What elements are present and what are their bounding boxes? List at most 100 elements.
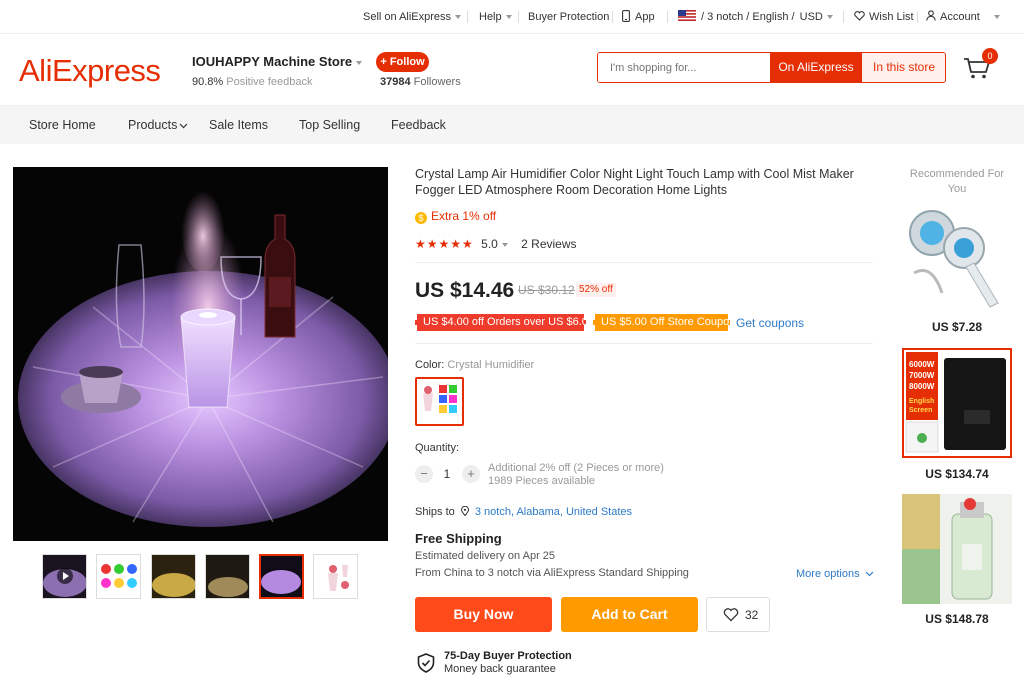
chevron-down-icon xyxy=(865,571,874,577)
heater-badge-line-3: 8000W xyxy=(909,382,935,391)
thumbnail-image xyxy=(314,555,357,598)
recommended-item-2-price[interactable]: US $134.74 xyxy=(902,467,1012,481)
get-coupons-link[interactable]: Get coupons xyxy=(736,316,804,330)
help-link[interactable]: Help xyxy=(479,0,512,34)
thumbnail-video[interactable] xyxy=(42,554,87,599)
product-title: Crystal Lamp Air Humidifier Color Night … xyxy=(415,167,854,197)
recommended-item-1-price[interactable]: US $7.28 xyxy=(902,320,1012,334)
chevron-down-icon xyxy=(356,60,363,65)
ships-to: Ships to 3 notch, Alabama, United States xyxy=(415,505,632,519)
heater-badge-line-2: 7000W xyxy=(909,371,935,380)
rating-row: ★★★★★ 5.0 2 Reviews xyxy=(415,237,577,251)
estimated-delivery: Estimated delivery on Apr 25 xyxy=(415,550,556,562)
coupon-store[interactable]: US $5.00 Off Store Coupon xyxy=(593,314,735,331)
recommended-item-3-price[interactable]: US $148.78 xyxy=(902,612,1012,626)
phone-icon xyxy=(622,10,630,22)
chevron-down-icon xyxy=(501,242,508,247)
nav-products-label: Products xyxy=(128,118,178,132)
sell-on-aliexpress-link[interactable]: Sell on AliExpress xyxy=(363,0,462,34)
add-to-wishlist-button[interactable]: 32 xyxy=(706,597,770,632)
currency-label: USD xyxy=(799,11,823,23)
region-label: / 3 notch / English / xyxy=(701,11,795,23)
account-link[interactable]: Account xyxy=(926,0,1000,34)
followers-label: Followers xyxy=(413,76,461,88)
quantity-label: Quantity: xyxy=(415,442,460,454)
search-bar: On AliExpress In this store xyxy=(597,52,946,83)
feedback-value: 90.8% xyxy=(192,76,224,88)
coin-icon: $ xyxy=(415,212,427,224)
recommended-item-1-image[interactable] xyxy=(902,203,1012,313)
add-to-cart-button[interactable]: Add to Cart xyxy=(561,597,698,632)
nav-top-selling[interactable]: Top Selling xyxy=(299,106,360,144)
color-swatch-image xyxy=(417,379,462,424)
quantity-value[interactable]: 1 xyxy=(440,467,454,481)
chevron-down-icon xyxy=(993,15,1000,20)
more-shipping-options-link[interactable]: More options xyxy=(796,568,874,581)
thumbnail-image xyxy=(152,555,195,598)
followers-count: 37984 Followers xyxy=(380,76,461,88)
divider xyxy=(415,262,873,263)
chevron-down-icon xyxy=(179,123,188,129)
search-in-store-button[interactable]: In this store xyxy=(862,53,945,82)
store-header: AliExpress IOUHAPPY Machine Store 90.8% … xyxy=(0,34,1024,106)
region-language-selector[interactable]: / 3 notch / English / USD xyxy=(678,0,833,34)
color-label-text: Color: xyxy=(415,359,445,371)
shipping-route: From China to 3 notch via AliExpress Sta… xyxy=(415,567,689,579)
ships-to-location-link[interactable]: 3 notch, Alabama, United States xyxy=(475,506,632,518)
divider xyxy=(917,11,918,23)
thumbnail-4[interactable] xyxy=(205,554,250,599)
nav-sale-items[interactable]: Sale Items xyxy=(209,106,268,144)
top-utility-bar: Sell on AliExpress Help Buyer Protection… xyxy=(0,0,1024,34)
heart-icon xyxy=(854,11,865,21)
heater-badge-line-5: Screen xyxy=(909,407,933,414)
buyer-protection-link[interactable]: Buyer Protection xyxy=(528,0,609,34)
divider xyxy=(612,11,613,23)
color-label: Color: Crystal Humidifier xyxy=(415,358,534,372)
quantity-decrease-button[interactable]: − xyxy=(415,465,433,483)
nav-store-home[interactable]: Store Home xyxy=(29,106,96,144)
extra-discount-text: Extra 1% off xyxy=(431,209,497,223)
original-price: US $30.12 xyxy=(518,283,575,297)
chevron-down-icon xyxy=(505,15,512,20)
coupon-orders-over[interactable]: US $4.00 off Orders over US $6.00 xyxy=(415,314,594,331)
divider xyxy=(467,11,468,23)
thumbnail-5-selected[interactable] xyxy=(259,554,304,599)
store-name[interactable]: IOUHAPPY Machine Store xyxy=(192,54,363,69)
buyer-protection-title[interactable]: 75-Day Buyer Protection xyxy=(444,650,572,663)
divider xyxy=(415,343,873,344)
reviews-link[interactable]: 2 Reviews xyxy=(521,237,576,251)
search-input[interactable] xyxy=(598,53,770,82)
chevron-down-icon xyxy=(826,15,833,20)
thumbnail-3[interactable] xyxy=(151,554,196,599)
store-nav: Store Home Products Sale Items Top Selli… xyxy=(0,106,1024,144)
star-rating-icon: ★★★★★ xyxy=(415,237,474,251)
search-on-aliexpress-button[interactable]: On AliExpress xyxy=(770,53,862,82)
aliexpress-logo[interactable]: AliExpress xyxy=(19,53,161,89)
buy-now-button[interactable]: Buy Now xyxy=(415,597,552,632)
wishlist-link[interactable]: Wish List xyxy=(854,0,914,34)
divider xyxy=(667,11,668,23)
crystal-lamp-photo xyxy=(13,167,388,541)
account-label: Account xyxy=(940,11,980,23)
recommended-item-2-image[interactable]: 6000W 7000W 8000W English Screen xyxy=(902,348,1012,458)
ships-to-label: Ships to xyxy=(415,506,455,518)
nav-products[interactable]: Products xyxy=(128,106,188,144)
app-link[interactable]: App xyxy=(622,0,655,34)
location-pin-icon xyxy=(460,505,469,517)
shower-head-photo xyxy=(902,203,1012,313)
recommended-item-3-image[interactable] xyxy=(902,494,1012,604)
product-main-image[interactable] xyxy=(13,167,388,541)
quantity-bulk-discount: Additional 2% off (2 Pieces or more) xyxy=(488,462,664,474)
heater-badge-line-1: 6000W xyxy=(909,360,935,369)
follow-button[interactable]: + Follow xyxy=(376,52,429,72)
thumbnail-colors[interactable] xyxy=(96,554,141,599)
juicer-photo xyxy=(902,494,1012,604)
feedback-label: Positive feedback xyxy=(226,76,313,88)
thumbnail-6[interactable] xyxy=(313,554,358,599)
nav-feedback[interactable]: Feedback xyxy=(391,106,446,144)
quantity-increase-button[interactable]: + xyxy=(462,465,480,483)
wishlist-label: Wish List xyxy=(869,11,914,23)
color-option-crystal-humidifier[interactable] xyxy=(415,377,464,426)
help-label: Help xyxy=(479,11,502,23)
rating-value[interactable]: 5.0 xyxy=(481,237,498,251)
